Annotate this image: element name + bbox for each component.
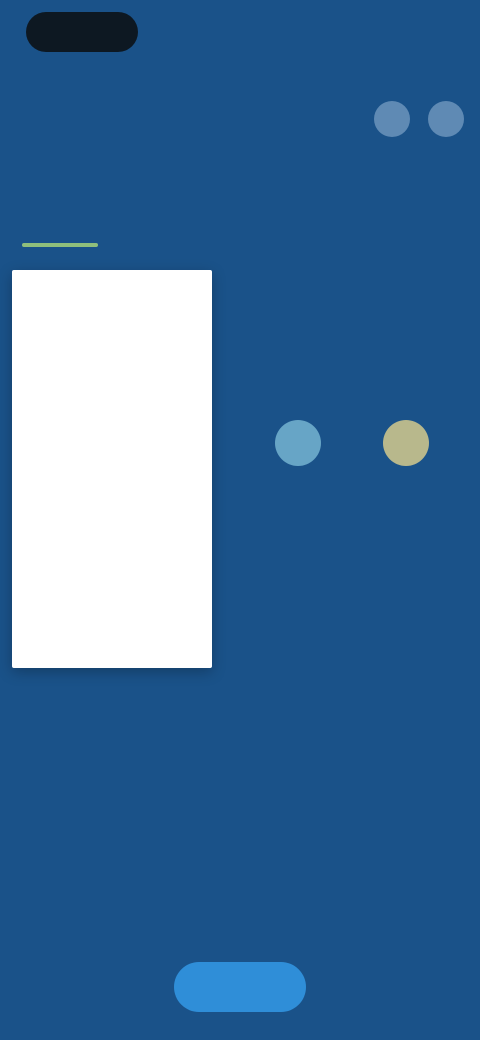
avatar: [383, 420, 429, 466]
panel-item-6[interactable]: [34, 544, 212, 592]
active-tab-indicator: [22, 243, 98, 247]
panel-list: [12, 270, 212, 640]
contact-list: [268, 420, 448, 510]
primary-action-button[interactable]: [174, 962, 306, 1012]
panel-item-7[interactable]: [34, 592, 212, 640]
panel-item-3[interactable]: [34, 400, 212, 448]
top-bar: [0, 60, 480, 100]
panel-item-5[interactable]: [34, 496, 212, 544]
panel-item-1[interactable]: [34, 304, 212, 352]
tab-bar: [0, 210, 480, 250]
search-icon[interactable]: [374, 101, 410, 137]
panel-item-2[interactable]: [34, 352, 212, 400]
header-actions: [374, 101, 464, 137]
panel-item-4[interactable]: [34, 448, 212, 496]
more-icon[interactable]: [428, 101, 464, 137]
avatar: [275, 420, 321, 466]
contact-item-1[interactable]: [268, 420, 328, 482]
status-bar-pill: [26, 12, 138, 52]
contact-item-2[interactable]: [376, 420, 436, 482]
dropdown-panel: [12, 270, 212, 668]
